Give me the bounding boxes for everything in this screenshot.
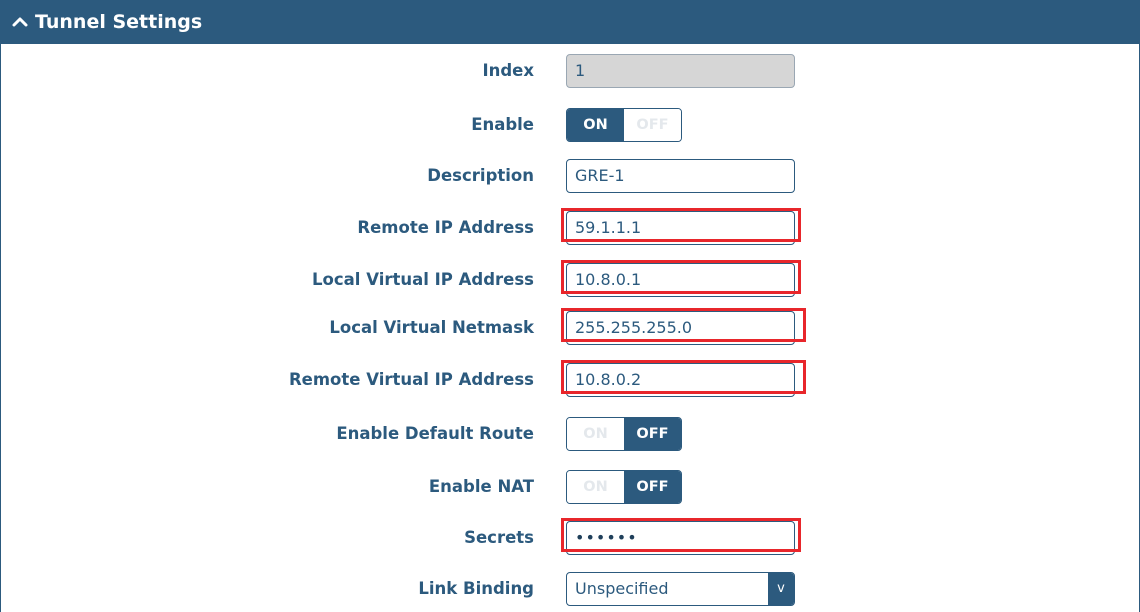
remote-virtual-ip-label: Remote Virtual IP Address [288, 370, 534, 389]
link-binding-select[interactable]: Unspecified v [566, 572, 795, 606]
enable-toggle[interactable]: ON OFF [566, 108, 682, 142]
row-link-binding: Link Binding Unspecified v [1, 572, 1139, 606]
remote-ip-field[interactable]: 59.1.1.1 [566, 211, 795, 245]
row-local-virtual-ip: Local Virtual IP Address 10.8.0.1 [1, 260, 1139, 297]
local-virtual-netmask-field[interactable]: 255.255.255.0 [566, 311, 795, 345]
row-description: Description GRE-1 [1, 159, 1139, 193]
local-virtual-ip-label: Local Virtual IP Address [312, 270, 534, 289]
local-virtual-ip-field[interactable]: 10.8.0.1 [566, 263, 795, 297]
nat-toggle-on[interactable]: ON [567, 471, 624, 503]
local-virtual-netmask-label: Local Virtual Netmask [329, 318, 534, 337]
index-label: Index [482, 61, 534, 80]
default-route-toggle-off[interactable]: OFF [624, 418, 681, 450]
chevron-down-icon[interactable]: v [768, 573, 794, 605]
row-index: Index 1 [1, 54, 1139, 88]
default-route-label: Enable Default Route [336, 424, 534, 443]
nat-toggle-off[interactable]: OFF [624, 471, 681, 503]
tunnel-settings-panel: Tunnel Settings Index 1 Enable ON OFF De… [0, 0, 1140, 612]
nat-label: Enable NAT [428, 477, 534, 496]
enable-toggle-on[interactable]: ON [567, 109, 624, 141]
default-route-toggle-on[interactable]: ON [567, 418, 624, 450]
enable-toggle-off[interactable]: OFF [624, 109, 681, 141]
description-field[interactable]: GRE-1 [566, 159, 795, 193]
row-secrets: Secrets •••••• [1, 518, 1139, 555]
description-label: Description [427, 166, 534, 185]
row-remote-virtual-ip: Remote Virtual IP Address 10.8.0.2 [1, 360, 1139, 397]
secrets-field[interactable]: •••••• [566, 521, 795, 555]
row-nat: Enable NAT ON OFF [1, 470, 1139, 504]
row-remote-ip: Remote IP Address 59.1.1.1 [1, 208, 1139, 245]
remote-ip-label: Remote IP Address [357, 218, 534, 237]
nat-toggle[interactable]: ON OFF [566, 470, 682, 504]
secrets-label: Secrets [464, 528, 534, 547]
index-field: 1 [566, 54, 795, 88]
row-local-virtual-netmask: Local Virtual Netmask 255.255.255.0 [1, 308, 1139, 345]
chevron-up-icon [12, 17, 28, 27]
row-default-route: Enable Default Route ON OFF [1, 417, 1139, 451]
remote-virtual-ip-field[interactable]: 10.8.0.2 [566, 363, 795, 397]
row-enable: Enable ON OFF [1, 108, 1139, 142]
panel-title: Tunnel Settings [35, 11, 203, 33]
panel-header[interactable]: Tunnel Settings [1, 0, 1139, 44]
enable-label: Enable [471, 115, 534, 134]
link-binding-label: Link Binding [418, 579, 534, 598]
default-route-toggle[interactable]: ON OFF [566, 417, 682, 451]
link-binding-value: Unspecified [575, 579, 669, 598]
